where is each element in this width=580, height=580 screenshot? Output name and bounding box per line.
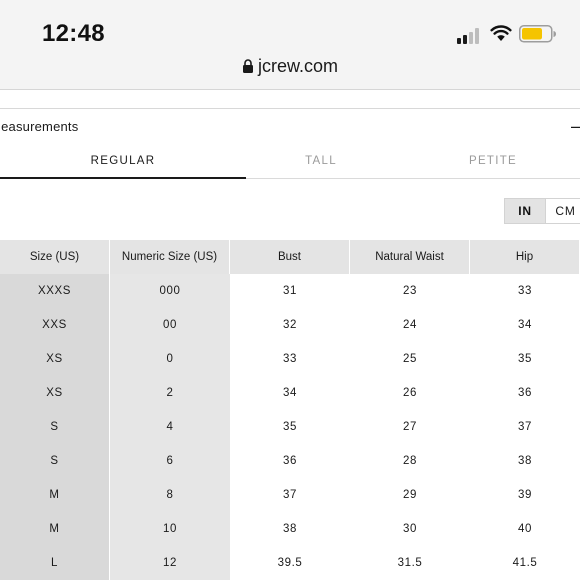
battery-icon — [519, 25, 556, 43]
section-divider — [0, 108, 580, 109]
size-chart-table: Size (US) Numeric Size (US) Bust Natural… — [0, 240, 580, 580]
cell-natural-waist: 29 — [350, 478, 470, 512]
cell-numeric-size: 00 — [110, 308, 230, 342]
url-text: jcrew.com — [257, 56, 338, 76]
table-row: XXXS 000 31 23 33 — [0, 274, 580, 308]
wifi-icon — [490, 25, 512, 41]
cell-numeric-size: 2 — [110, 376, 230, 410]
table-body: XXXS 000 31 23 33 XXS 00 32 24 34 XS 0 33 25 35 XS 2 34 26… — [0, 274, 580, 580]
cell-size-us: S — [0, 410, 110, 444]
cell-size-us: XS — [0, 342, 110, 376]
header-natural-waist: Natural Waist — [350, 240, 470, 274]
cell-hip: 38 — [470, 444, 580, 478]
cell-numeric-size: 4 — [110, 410, 230, 444]
cell-hip: 40 — [470, 512, 580, 546]
tab-tall[interactable]: TALL — [246, 150, 396, 180]
cell-natural-waist: 25 — [350, 342, 470, 376]
measurements-title: leasurements — [0, 119, 79, 134]
cell-natural-waist: 23 — [350, 274, 470, 308]
tabs-divider — [246, 178, 580, 179]
cell-bust: 31 — [230, 274, 350, 308]
table-header-row: Size (US) Numeric Size (US) Bust Natural… — [0, 240, 580, 274]
cell-bust: 34 — [230, 376, 350, 410]
table-row: M 8 37 29 39 — [0, 478, 580, 512]
header-size-us: Size (US) — [0, 240, 110, 274]
cell-numeric-size: 8 — [110, 478, 230, 512]
cell-hip: 37 — [470, 410, 580, 444]
cell-natural-waist: 26 — [350, 376, 470, 410]
cell-numeric-size: 10 — [110, 512, 230, 546]
cell-hip: 36 — [470, 376, 580, 410]
cell-natural-waist: 28 — [350, 444, 470, 478]
status-time: 12:48 — [42, 20, 105, 47]
url-bar[interactable]: jcrew.com — [0, 56, 580, 77]
header-hip: Hip — [470, 240, 580, 274]
cell-hip: 34 — [470, 308, 580, 342]
cell-bust: 37 — [230, 478, 350, 512]
table-row: S 4 35 27 37 — [0, 410, 580, 444]
cell-hip: 39 — [470, 478, 580, 512]
cell-size-us: XS — [0, 376, 110, 410]
cell-size-us: M — [0, 478, 110, 512]
cell-numeric-size: 0 — [110, 342, 230, 376]
header-numeric-size: Numeric Size (US) — [110, 240, 230, 274]
cell-numeric-size: 12 — [110, 546, 230, 580]
table-row: S 6 36 28 38 — [0, 444, 580, 478]
table-row: M 10 38 30 40 — [0, 512, 580, 546]
cell-natural-waist: 30 — [350, 512, 470, 546]
cell-size-us: S — [0, 444, 110, 478]
cell-bust: 36 — [230, 444, 350, 478]
cell-numeric-size: 6 — [110, 444, 230, 478]
browser-top-bar: 12:48 jcrew.com — [0, 0, 580, 90]
cell-hip: 33 — [470, 274, 580, 308]
cell-hip: 41.5 — [470, 546, 580, 580]
cell-size-us: M — [0, 512, 110, 546]
header-bust: Bust — [230, 240, 350, 274]
cell-hip: 35 — [470, 342, 580, 376]
table-row: XXS 00 32 24 34 — [0, 308, 580, 342]
cell-bust: 33 — [230, 342, 350, 376]
unit-in-button[interactable]: IN — [504, 198, 546, 224]
lock-icon — [242, 59, 253, 73]
fit-tabs: REGULAR TALL PETITE — [0, 150, 580, 180]
cell-natural-waist: 24 — [350, 308, 470, 342]
cell-bust: 39.5 — [230, 546, 350, 580]
unit-cm-button[interactable]: CM — [546, 198, 580, 224]
table-row: XS 0 33 25 35 — [0, 342, 580, 376]
cell-size-us: XXS — [0, 308, 110, 342]
table-row: L 12 39.5 31.5 41.5 — [0, 546, 580, 580]
cell-size-us: XXXS — [0, 274, 110, 308]
table-row: XS 2 34 26 36 — [0, 376, 580, 410]
cell-bust: 32 — [230, 308, 350, 342]
cellular-signal-icon — [457, 26, 483, 44]
cell-bust: 35 — [230, 410, 350, 444]
collapse-toggle[interactable]: – — [571, 117, 580, 135]
cell-natural-waist: 27 — [350, 410, 470, 444]
cell-bust: 38 — [230, 512, 350, 546]
cell-natural-waist: 31.5 — [350, 546, 470, 580]
cell-size-us: L — [0, 546, 110, 580]
tab-petite[interactable]: PETITE — [396, 150, 580, 180]
cell-numeric-size: 000 — [110, 274, 230, 308]
tab-regular[interactable]: REGULAR — [0, 150, 246, 180]
unit-toggle: IN CM — [504, 198, 580, 224]
active-tab-indicator — [0, 177, 246, 179]
